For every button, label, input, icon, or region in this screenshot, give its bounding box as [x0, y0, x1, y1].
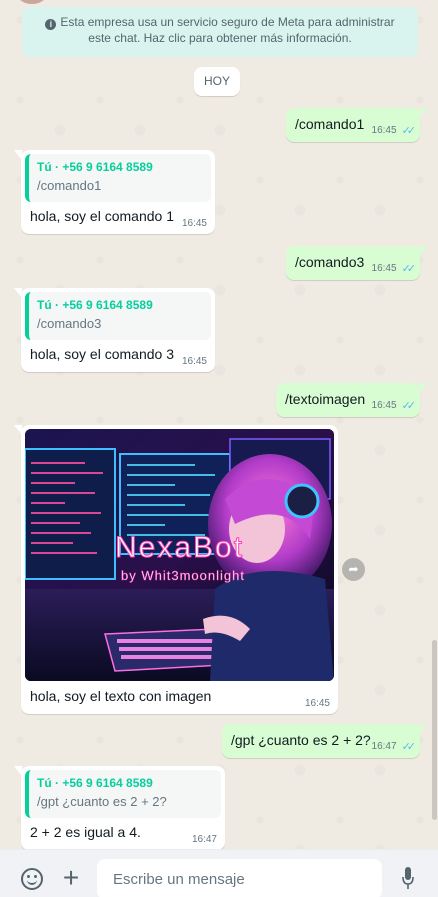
message-text: /gpt ¿cuanto es 2 + 2? [231, 732, 371, 748]
message-time: 16:45 [181, 356, 207, 367]
message-outgoing[interactable]: /gpt ¿cuanto es 2 + 2? 16:47 ✓✓ [222, 724, 427, 758]
composer-bar: + [0, 849, 438, 897]
chat-area[interactable]: i Esta empresa usa un servicio seguro de … [0, 0, 438, 849]
message-time: 16:45 [371, 400, 397, 411]
quoted-message[interactable]: Tú · +56 9 6164 8589 /gpt ¿cuanto es 2 +… [25, 770, 221, 818]
message-time: 16:45 [371, 263, 397, 274]
message-text: 2 + 2 es igual a 4. [30, 824, 141, 840]
message-time: 16:47 [371, 741, 397, 752]
message-text: /comando3 [295, 254, 365, 270]
read-ticks-icon: ✓✓ [401, 741, 417, 753]
message-incoming[interactable]: Tú · +56 9 6164 8589 /comando1 hola, soy… [14, 150, 215, 234]
message-image[interactable]: NexaBot by Whit3moonlight [25, 429, 334, 681]
info-icon: i [45, 19, 57, 30]
message-incoming[interactable]: Tú · +56 9 6164 8589 /comando3 hola, soy… [14, 288, 215, 372]
avatar [18, 0, 46, 4]
quote-text: /comando1 [37, 178, 102, 193]
message-text: /comando1 [295, 116, 365, 132]
message-text: hola, soy el texto con imagen [30, 688, 212, 704]
message-incoming[interactable]: Tú · +56 9 6164 8589 /gpt ¿cuanto es 2 +… [14, 766, 225, 849]
image-subtitle: by Whit3moonlight [121, 568, 245, 583]
message-text: /textoimagen [285, 391, 366, 407]
quote-author: Tú · +56 9 6164 8589 [37, 160, 153, 174]
image-title: NexaBot [115, 531, 244, 564]
message-text: hola, soy el comando 1 [30, 208, 174, 224]
quote-author: Tú · +56 9 6164 8589 [37, 776, 153, 790]
microphone-icon[interactable] [402, 867, 414, 891]
message-outgoing[interactable]: /comando3 16:45 ✓✓ [286, 246, 427, 280]
emoji-icon[interactable] [21, 868, 43, 890]
plus-icon[interactable]: + [59, 864, 83, 892]
quote-text: /gpt ¿cuanto es 2 + 2? [37, 794, 167, 809]
message-time: 16:45 [304, 698, 330, 709]
quoted-message[interactable]: Tú · +56 9 6164 8589 /comando1 [25, 154, 211, 202]
quoted-message[interactable]: Tú · +56 9 6164 8589 /comando3 [25, 292, 211, 340]
read-ticks-icon: ✓✓ [401, 125, 417, 137]
message-text: hola, soy el comando 3 [30, 346, 174, 362]
message-outgoing[interactable]: /textoimagen 16:45 ✓✓ [276, 383, 427, 417]
encryption-notice[interactable]: i Esta empresa usa un servicio seguro de … [22, 7, 418, 57]
nexabot-image: NexaBot by Whit3moonlight [25, 429, 334, 681]
message-incoming-image[interactable]: NexaBot by Whit3moonlight hola, soy el t… [14, 425, 338, 714]
message-input[interactable] [97, 859, 382, 897]
date-divider: HOY [194, 67, 240, 96]
quote-author: Tú · +56 9 6164 8589 [37, 298, 153, 312]
scrollbar-thumb[interactable] [432, 640, 437, 820]
scrollbar[interactable] [430, 0, 438, 849]
message-outgoing[interactable]: /comando1 16:45 ✓✓ [286, 108, 427, 142]
message-time: 16:45 [181, 218, 207, 229]
read-ticks-icon: ✓✓ [401, 263, 417, 275]
forward-icon[interactable]: ➦ [342, 558, 365, 581]
read-ticks-icon: ✓✓ [401, 400, 417, 412]
notice-text: Esta empresa usa un servicio seguro de M… [60, 15, 395, 45]
message-time: 16:47 [191, 834, 217, 845]
quote-text: /comando3 [37, 316, 102, 331]
message-time: 16:45 [371, 125, 397, 136]
